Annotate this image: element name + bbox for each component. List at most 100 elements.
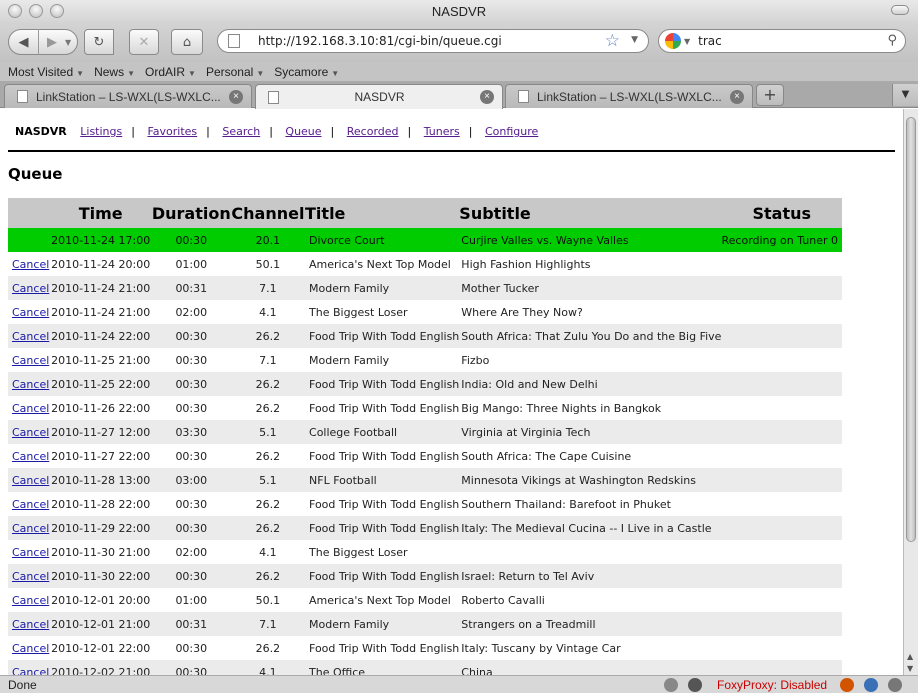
site-brand: NASDVR (15, 125, 67, 138)
search-bar[interactable]: ▼ trac ⚲ (658, 29, 906, 53)
reload-button[interactable]: ↻ (84, 29, 114, 55)
adblock-icon[interactable] (840, 678, 854, 692)
tab-linkstation-1[interactable]: LinkStation – LS-WXL(LS-WXLC... × (4, 84, 252, 108)
cell-action: Cancel (8, 588, 50, 612)
cell-channel: 5.1 (230, 468, 306, 492)
google-icon[interactable] (665, 33, 681, 49)
tab-list-button[interactable]: ▼ (892, 84, 918, 106)
cell-time: 2010-12-01 21:00 (49, 612, 152, 636)
url-bar[interactable]: http://192.168.3.10:81/cgi-bin/queue.cgi… (217, 29, 649, 53)
search-icon[interactable]: ⚲ (887, 33, 897, 48)
addon-icon[interactable] (864, 678, 878, 692)
stop-button[interactable]: ✕ (129, 29, 159, 55)
sync-icon[interactable] (664, 678, 678, 692)
cell-subtitle: India: Old and New Delhi (459, 372, 722, 396)
url-dropdown-icon[interactable]: ▼ (631, 35, 638, 45)
zoom-window-button[interactable] (50, 4, 64, 18)
nav-separator: | (131, 125, 135, 138)
search-input[interactable]: trac (698, 34, 722, 48)
url-input[interactable]: http://192.168.3.10:81/cgi-bin/queue.cgi (258, 34, 502, 48)
nav-link-configure[interactable]: Configure (485, 125, 538, 138)
close-tab-icon[interactable]: × (229, 89, 243, 104)
cell-subtitle (459, 540, 722, 564)
nav-link-tuners[interactable]: Tuners (424, 125, 460, 138)
cancel-link[interactable]: Cancel (12, 354, 49, 367)
back-button[interactable]: ◀ (9, 29, 39, 55)
minimize-window-button[interactable] (29, 4, 43, 18)
close-tab-icon[interactable]: × (730, 89, 744, 104)
cell-status (721, 612, 842, 636)
cancel-link[interactable]: Cancel (12, 450, 49, 463)
cell-duration: 00:30 (151, 660, 231, 675)
cell-duration: 03:30 (151, 420, 231, 444)
toolbar-toggle-button[interactable] (891, 5, 909, 15)
cell-subtitle: Fizbo (459, 348, 722, 372)
forward-button[interactable]: ▶ (39, 35, 65, 50)
cell-channel: 26.2 (230, 516, 306, 540)
cell-subtitle: Where Are They Now? (459, 300, 722, 324)
chevron-down-icon: ▼ (127, 68, 135, 78)
cancel-link[interactable]: Cancel (12, 330, 49, 343)
bookmark-folder-ordair[interactable]: OrdAIR ▼ (145, 65, 196, 79)
cancel-link[interactable]: Cancel (12, 666, 49, 676)
search-engine-dropdown-icon[interactable]: ▼ (684, 37, 690, 46)
cell-status (721, 468, 842, 492)
tools-icon[interactable] (888, 678, 902, 692)
cancel-link[interactable]: Cancel (12, 522, 49, 535)
history-dropdown-icon[interactable]: ▼ (65, 38, 71, 47)
scroll-down-icon[interactable]: ▼ (907, 664, 913, 673)
cell-title: Food Trip With Todd English (305, 324, 460, 348)
cell-channel: 50.1 (230, 252, 306, 276)
vertical-scrollbar[interactable]: ▲ ▼ (903, 109, 918, 675)
cancel-link[interactable]: Cancel (12, 306, 49, 319)
cancel-link[interactable]: Cancel (12, 498, 49, 511)
cell-title: Food Trip With Todd English (305, 636, 460, 660)
cancel-link[interactable]: Cancel (12, 594, 49, 607)
firebug-icon[interactable] (688, 678, 702, 692)
cancel-link[interactable]: Cancel (12, 546, 49, 559)
cell-time: 2010-11-28 22:00 (49, 492, 152, 516)
cancel-link[interactable]: Cancel (12, 402, 49, 415)
nav-link-favorites[interactable]: Favorites (147, 125, 197, 138)
nav-link-queue[interactable]: Queue (285, 125, 321, 138)
cell-action: Cancel (8, 468, 50, 492)
cancel-link[interactable]: Cancel (12, 282, 49, 295)
bookmarks-toolbar: Most Visited ▼ News ▼ OrdAIR ▼ Personal ▼ Sy… (0, 62, 918, 82)
cell-duration: 01:00 (151, 252, 231, 276)
nav-link-search[interactable]: Search (222, 125, 260, 138)
cell-channel: 26.2 (230, 444, 306, 468)
cancel-link[interactable]: Cancel (12, 426, 49, 439)
tab-nasdvr[interactable]: NASDVR × (255, 84, 503, 109)
cell-action: Cancel (8, 396, 50, 420)
cancel-link[interactable]: Cancel (12, 570, 49, 583)
cancel-link[interactable]: Cancel (12, 474, 49, 487)
cancel-link[interactable]: Cancel (12, 642, 49, 655)
cancel-link[interactable]: Cancel (12, 258, 49, 271)
cell-time: 2010-11-24 20:00 (49, 252, 152, 276)
scrollbar-thumb[interactable] (906, 117, 916, 542)
foxyproxy-status[interactable]: FoxyProxy: Disabled (717, 678, 827, 692)
bookmark-star-icon[interactable]: ☆ (605, 31, 620, 51)
home-button[interactable]: ⌂ (171, 29, 203, 55)
nav-link-recorded[interactable]: Recorded (347, 125, 399, 138)
cancel-link[interactable]: Cancel (12, 618, 49, 631)
close-tab-icon[interactable]: × (480, 90, 494, 104)
cancel-link[interactable]: Cancel (12, 378, 49, 391)
chevron-down-icon: ▼ (256, 68, 265, 78)
bookmark-folder-personal[interactable]: Personal ▼ (206, 65, 264, 79)
bookmark-folder-sycamore[interactable]: Sycamore ▼ (274, 65, 339, 79)
cell-time: 2010-11-24 22:00 (49, 324, 152, 348)
cell-subtitle: Italy: Tuscany by Vintage Car (459, 636, 722, 660)
nav-link-listings[interactable]: Listings (80, 125, 122, 138)
cell-subtitle: Minnesota Vikings at Washington Redskins (459, 468, 722, 492)
scroll-up-icon[interactable]: ▲ (907, 652, 913, 661)
bookmark-folder-most-visited[interactable]: Most Visited ▼ (8, 65, 84, 79)
close-window-button[interactable] (8, 4, 22, 18)
cell-time: 2010-11-29 22:00 (49, 516, 152, 540)
page-icon (228, 34, 240, 48)
tab-linkstation-2[interactable]: LinkStation – LS-WXL(LS-WXLC... × (505, 84, 753, 108)
bookmark-folder-news[interactable]: News ▼ (94, 65, 135, 79)
cell-channel: 26.2 (230, 396, 306, 420)
site-nav: NASDVR Listings | Favorites | Search | Queu… (15, 125, 538, 138)
new-tab-button[interactable]: + (756, 84, 784, 106)
